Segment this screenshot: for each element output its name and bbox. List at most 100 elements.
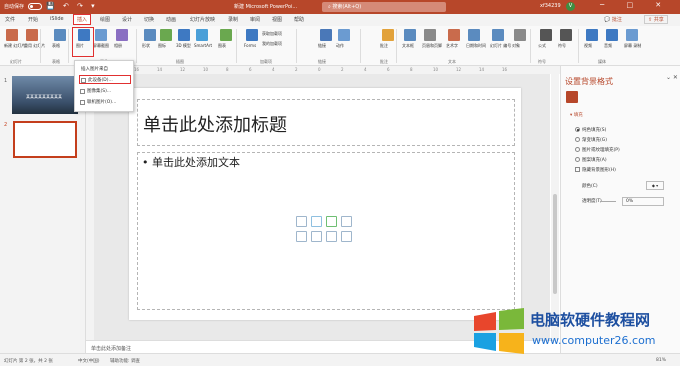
new-slide-icon[interactable] [6,29,18,41]
comment-button[interactable]: 💬 批注 [604,16,622,23]
table-icon[interactable] [54,29,66,41]
link-icon[interactable] [320,29,332,41]
tab-file[interactable]: 文件 [5,16,15,23]
shapes-icon[interactable] [144,29,156,41]
fill-section-label: 填充 [573,113,583,118]
ruler-tick: 14 [157,67,163,72]
autosave-toggle[interactable] [28,3,42,10]
comment-label: 批注 [611,17,622,23]
tab-slideshow[interactable]: 幻灯片放映 [190,16,215,23]
option-gradient-fill: 渐变填充(G) [582,138,607,143]
screen-record-icon[interactable] [626,29,638,41]
insert-chart-icon[interactable] [311,216,322,227]
share-button[interactable]: ⇪ 共享 [644,15,668,24]
ribbon-label-14: 批注 [380,43,388,48]
windows-logo-icon [474,308,524,354]
window-controls[interactable]: ─ □ ✕ [600,1,671,9]
ribbon-separator [136,29,137,63]
insert-stock-image-icon[interactable] [311,231,322,242]
ribbon-separator [296,29,297,63]
chart-icon[interactable] [220,29,232,41]
datetime-icon[interactable] [468,29,480,41]
slide-thumbnail-1-title: 某某某某某某某某某 [26,94,62,99]
addin-item-0[interactable]: 获取加载项 [262,31,282,37]
slide-thumbnail-2[interactable] [13,121,77,158]
smartart-icon[interactable] [196,29,208,41]
ribbon-label-18: 日期和时间 [466,43,486,48]
screenshot-icon[interactable] [95,29,107,41]
avatar[interactable]: V [566,2,575,11]
insert-table-icon[interactable] [296,216,307,227]
slide-thumbnail-1[interactable]: 某某某某某某某某某 [12,76,78,114]
transparency-input[interactable]: 0% [622,197,664,206]
user-name[interactable]: xf34239 [540,3,561,9]
ribbon-group-3: 插图 [176,59,184,64]
slide-number-1: 1 [4,78,8,84]
3d-model-icon[interactable] [178,29,190,41]
object-icon[interactable] [514,29,526,41]
status-language[interactable]: 中文(中国) [78,358,100,364]
vertical-scrollbar[interactable] [551,74,559,340]
status-accessibility[interactable]: 辅助功能: 调查 [110,358,140,364]
textbox-icon[interactable] [404,29,416,41]
tab-record[interactable]: 录制 [228,16,238,23]
insert-video-icon[interactable] [326,231,337,242]
action-icon[interactable] [338,29,350,41]
tab-draw[interactable]: 绘图 [100,16,110,23]
wordart-icon[interactable] [448,29,460,41]
menu-item-online-pictures-label: 联机图片(O)... [87,100,117,105]
insert-smartart-icon[interactable] [326,216,337,227]
icons-icon[interactable] [160,29,172,41]
menu-item-online-pictures[interactable]: 联机图片(O)... [79,98,131,107]
radio-gradient-fill[interactable] [575,137,580,142]
scrollbar-thumb[interactable] [553,194,557,294]
tab-animations[interactable]: 动画 [166,16,176,23]
symbol-icon[interactable] [560,29,572,41]
comment-icon[interactable] [382,29,394,41]
tab-view[interactable]: 视图 [272,16,282,23]
insert-icon-icon[interactable] [341,231,352,242]
slide-number-icon[interactable] [492,29,504,41]
vertical-ruler [86,74,94,340]
tab-home[interactable]: 开始 [28,16,38,23]
audio-icon[interactable] [606,29,618,41]
status-zoom[interactable]: 81% [656,358,666,363]
checkbox-hide-bg[interactable] [575,167,580,172]
radio-solid-fill[interactable] [575,127,580,132]
color-picker-button[interactable]: ◆ ▾ [646,181,664,190]
menu-item-stock-images[interactable]: 图像集(S)... [79,87,131,96]
transparency-slider[interactable] [600,201,616,202]
title-placeholder[interactable]: 单击此处添加标题 [137,99,515,146]
tab-design[interactable]: 设计 [122,16,132,23]
header-footer-icon[interactable] [424,29,436,41]
ruler-tick: 2 [295,67,298,72]
fill-section-header[interactable]: ▾ 填充 [570,112,583,118]
ribbon-separator [360,29,361,63]
watermark: 电脑软硬件教程网 www.computer26.com [472,306,680,356]
search-box[interactable]: ⌕ 搜索(Alt+Q) [322,2,446,12]
picture-button-highlight[interactable] [72,27,94,57]
reuse-slides-icon[interactable] [26,29,38,41]
menu-item-this-device[interactable]: 此设备(D)... [79,75,131,84]
forms-icon[interactable] [246,29,258,41]
quick-access-toolbar[interactable]: 💾 ↶ ↷ ▾ [46,2,98,10]
fill-bucket-icon[interactable] [566,91,578,103]
status-slide-info: 幻灯片 第 2 张，共 2 张 [4,359,53,364]
tab-insert[interactable]: 插入 [73,14,92,25]
watermark-title: 电脑软硬件教程网 [530,311,651,329]
radio-picture-fill[interactable] [575,147,580,152]
tab-help[interactable]: 帮助 [294,16,304,23]
close-icon[interactable]: ⌄ ✕ [666,74,678,81]
addin-item-1[interactable]: 我的加载项 [262,41,282,47]
album-icon[interactable] [116,29,128,41]
insert-picture-icon[interactable] [296,231,307,242]
tab-review[interactable]: 审阅 [250,16,260,23]
ribbon-label-9: SmartArt [194,43,213,48]
tab-transitions[interactable]: 切换 [144,16,154,23]
ruler-tick: 6 [387,67,390,72]
equation-icon[interactable] [540,29,552,41]
insert-3d-model-icon[interactable] [341,216,352,227]
tab-islide[interactable]: iSlide [50,16,64,22]
radio-pattern-fill[interactable] [575,157,580,162]
video-icon[interactable] [586,29,598,41]
